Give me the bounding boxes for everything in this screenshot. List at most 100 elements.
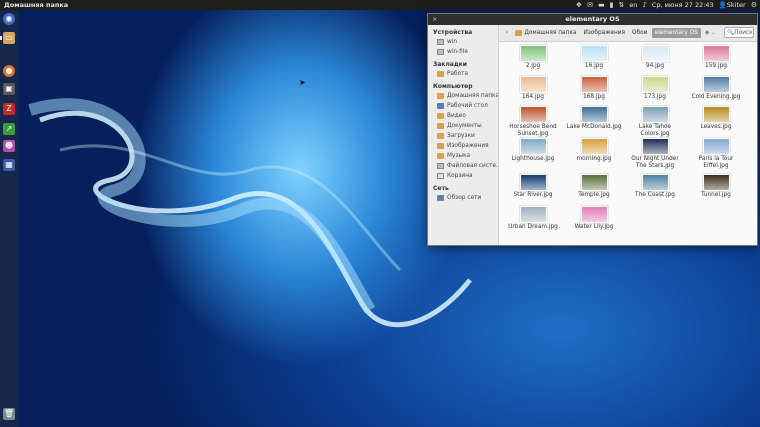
workspace-icon[interactable]: ▦	[3, 159, 15, 171]
sidebar-item-win-file[interactable]: win-file	[428, 47, 498, 57]
image-thumbnail	[580, 206, 608, 223]
file-item[interactable]: Water Lily.jpg	[565, 206, 623, 231]
image-thumbnail	[641, 106, 669, 123]
file-item[interactable]: Tunnel.jpg	[687, 174, 745, 199]
breadcrumb: ‹ Домашняя папка Изображения Обои elemen…	[503, 28, 719, 38]
file-item[interactable]: Temple.jpg	[565, 174, 623, 199]
sidebar-header-devices: Устройства	[433, 29, 473, 36]
sidebar-item-label: Изображения	[447, 143, 489, 149]
search-placeholder: Поиск	[734, 30, 753, 36]
sidebar-item-win[interactable]: win	[428, 37, 498, 47]
file-item[interactable]: Lighthouse.jpg	[504, 138, 562, 163]
file-name: 159.jpg	[705, 63, 727, 69]
firefox-icon[interactable]: ●	[3, 65, 15, 77]
folder-icon	[437, 143, 444, 149]
file-name: Our Night Under The Stars.jpg	[631, 156, 679, 169]
file-item[interactable]: 2.jpg	[504, 45, 562, 70]
sidebar-item-desktop[interactable]: Рабочий стол	[428, 101, 498, 111]
image-thumbnail	[580, 138, 608, 155]
file-item[interactable]: 164.jpg	[504, 76, 562, 101]
image-thumbnail	[580, 174, 608, 191]
network-icon[interactable]: ⇅	[618, 0, 624, 10]
breadcrumb-wallpapers[interactable]: Обои	[629, 28, 650, 38]
file-item[interactable]: Star River.jpg	[504, 174, 562, 199]
file-item[interactable]: 94.jpg	[626, 45, 684, 70]
file-item[interactable]: The Coast.jpg	[626, 174, 684, 199]
search-input[interactable]: 🔍Поиск	[724, 27, 754, 38]
file-item[interactable]: 16.jpg	[565, 45, 623, 70]
sidebar-item-video[interactable]: Видео	[428, 111, 498, 121]
file-name: Lake McDonald.jpg	[566, 124, 622, 130]
file-item[interactable]: 168.jpg	[565, 76, 623, 101]
sidebar-item-downloads[interactable]: Загрузки	[428, 131, 498, 141]
files-icon[interactable]: ▭	[3, 32, 15, 44]
sidebar-item-browse-network[interactable]: Обзор сети	[428, 193, 498, 203]
user-menu[interactable]: 👤Skiter	[719, 0, 746, 10]
image-thumbnail	[519, 174, 547, 191]
folder-icon	[437, 71, 444, 77]
file-item[interactable]: Paris la Tour Eiffel.jpg	[687, 138, 745, 169]
terminal-icon[interactable]: ▣	[3, 83, 15, 95]
file-name: Horseshoe Bend Sunset.jpg	[509, 124, 557, 137]
image-thumbnail	[519, 45, 547, 62]
file-name: 16.jpg	[584, 63, 604, 69]
file-item[interactable]: Urban Dream.jpg	[504, 206, 562, 231]
file-item[interactable]: 173.jpg	[626, 76, 684, 101]
breadcrumb-home[interactable]: Домашняя папка	[512, 28, 579, 38]
file-item[interactable]: Cold Evening.jpg	[687, 76, 745, 101]
file-item[interactable]: morning.jpg	[565, 138, 623, 163]
sidebar-item-filesystem[interactable]: Файловая систе...	[428, 161, 498, 171]
sidebar-item-label: Корзина	[447, 173, 473, 179]
image-thumbnail	[519, 206, 547, 223]
gimp-icon[interactable]: ☻	[3, 140, 15, 152]
keyboard-layout[interactable]: en	[629, 0, 637, 10]
file-grid: 2.jpg 16.jpg 94.jpg 159.jpg 164.jpg 168.jpg 17…	[499, 42, 757, 245]
clock[interactable]: Ср, июня 27 22:43	[652, 0, 714, 10]
volume-icon[interactable]: ♪	[642, 0, 646, 10]
drive-icon	[437, 49, 444, 55]
gear-icon[interactable]: ⚙	[751, 0, 757, 10]
breadcrumb-elementary[interactable]: elementary OS	[651, 28, 701, 38]
folder-icon	[437, 113, 444, 119]
launcher: ◉ ▭ ● ▣ Z ↗ ☻ ▦ 🗑	[0, 10, 18, 427]
window-titlebar[interactable]: × elementary OS	[428, 14, 757, 25]
back-icon[interactable]: ‹	[503, 28, 511, 38]
sidebar-header-computer: Компьютер	[433, 83, 473, 90]
active-indicator	[0, 36, 2, 40]
ubuntu-icon[interactable]: ◉	[3, 13, 15, 25]
sidebar-item-pictures[interactable]: Изображения	[428, 141, 498, 151]
sidebar-item-trash[interactable]: Корзина	[428, 171, 498, 181]
dropbox-icon[interactable]: ❖	[576, 0, 582, 10]
trash-icon[interactable]: 🗑	[3, 408, 15, 420]
drive-icon	[437, 163, 444, 169]
tweak-icon[interactable]: ↗	[3, 123, 15, 135]
mouse-cursor-icon: ➤	[299, 78, 306, 87]
file-name: 164.jpg	[522, 94, 544, 100]
image-thumbnail	[519, 138, 547, 155]
file-item[interactable]: Our Night Under The Stars.jpg	[626, 138, 684, 169]
mail-icon[interactable]: ✉	[587, 0, 593, 10]
desktop-folder-icon	[437, 103, 444, 109]
file-name: 168.jpg	[583, 94, 605, 100]
image-thumbnail	[580, 76, 608, 93]
file-item[interactable]: 159.jpg	[687, 45, 745, 70]
filezilla-icon[interactable]: Z	[3, 103, 15, 115]
sidebar-item-documents[interactable]: Документы	[428, 121, 498, 131]
file-name: Lake Tahoe Colors.jpg	[638, 124, 672, 137]
battery-icon[interactable]: ▮	[610, 0, 614, 10]
image-thumbnail	[641, 138, 669, 155]
file-item[interactable]: Horseshoe Bend Sunset.jpg	[504, 106, 562, 137]
user-name: Skiter	[726, 1, 746, 9]
folder-icon	[437, 153, 444, 159]
sidebar-item-music[interactable]: Музыка	[428, 151, 498, 161]
sidebar-item-home[interactable]: Домашняя папка	[428, 91, 498, 101]
file-item[interactable]: Lake Tahoe Colors.jpg	[626, 106, 684, 137]
chevron-down-icon[interactable]: ◆ ⌄	[702, 28, 719, 38]
image-thumbnail	[580, 106, 608, 123]
sidebar-item-work[interactable]: Работа	[428, 69, 498, 79]
close-icon[interactable]: ×	[432, 14, 437, 25]
breadcrumb-pictures[interactable]: Изображения	[580, 28, 628, 38]
file-item[interactable]: Lake McDonald.jpg	[565, 106, 623, 131]
file-item[interactable]: Leaves.jpg	[687, 106, 745, 131]
tray-icon[interactable]: ▬	[598, 0, 605, 10]
